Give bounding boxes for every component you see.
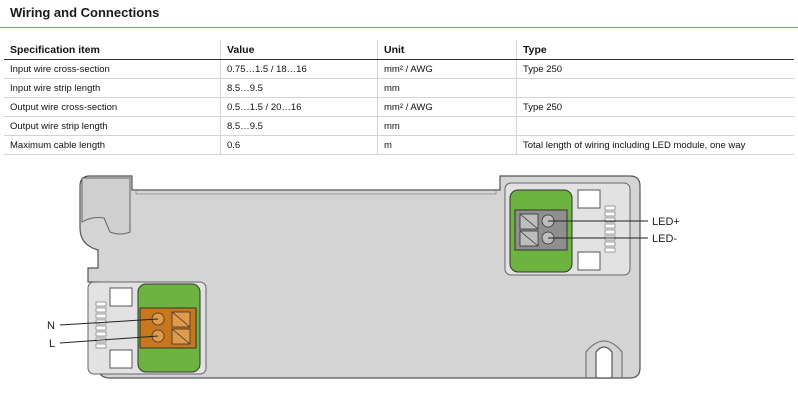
terminal-window <box>109 287 133 307</box>
cell-value: 0.5…1.5 / 20…16 <box>220 97 378 117</box>
table-row: Input wire cross-section 0.75…1.5 / 18…1… <box>4 59 794 79</box>
cell-value: 0.6 <box>220 135 378 155</box>
label-n: N <box>47 320 55 332</box>
cell-type: Type 250 <box>516 97 794 117</box>
cell-unit: m <box>377 135 517 155</box>
column-header-unit: Unit <box>377 40 517 60</box>
table-row: Output wire cross-section 0.5…1.5 / 20…1… <box>4 97 794 117</box>
cell-unit: mm <box>377 116 517 136</box>
cell-value: 8.5…9.5 <box>220 78 378 98</box>
label-l: L <box>49 338 55 350</box>
label-led-plus: LED+ <box>652 216 680 228</box>
cell-value: 0.75…1.5 / 18…16 <box>220 59 378 79</box>
terminal-window <box>577 251 601 271</box>
cell-type: Type 250 <box>516 59 794 79</box>
cell-spec-item: Maximum cable length <box>4 135 221 155</box>
cell-unit: mm² / AWG <box>377 59 517 79</box>
table-row: Output wire strip length 8.5…9.5 mm <box>4 116 794 136</box>
title-divider <box>0 27 798 28</box>
mounting-slot-right <box>595 346 613 379</box>
cell-type <box>516 78 794 98</box>
table-header-row: Specification item Value Unit Type <box>4 40 794 60</box>
column-header-type: Type <box>516 40 794 60</box>
column-header-value: Value <box>220 40 378 60</box>
led-driver-wiring-diagram: LED+ LED- N L <box>47 175 680 379</box>
table-row: Input wire strip length 8.5…9.5 mm <box>4 78 794 98</box>
cell-type <box>516 116 794 136</box>
cell-spec-item: Input wire strip length <box>4 78 221 98</box>
cell-spec-item: Output wire cross-section <box>4 97 221 117</box>
table-row: Maximum cable length 0.6 m Total length … <box>4 135 794 155</box>
cell-spec-item: Output wire strip length <box>4 116 221 136</box>
cell-type: Total length of wiring including LED mod… <box>516 135 794 155</box>
specification-table: Specification item Value Unit Type Input… <box>4 40 794 155</box>
terminal-window <box>109 349 133 369</box>
cell-unit: mm² / AWG <box>377 97 517 117</box>
cell-spec-item: Input wire cross-section <box>4 59 221 79</box>
label-led-minus: LED- <box>652 233 677 245</box>
section-title: Wiring and Connections <box>10 5 160 20</box>
column-header-specification-item: Specification item <box>4 40 221 60</box>
terminal-window <box>577 189 601 209</box>
cell-value: 8.5…9.5 <box>220 116 378 136</box>
cell-unit: mm <box>377 78 517 98</box>
